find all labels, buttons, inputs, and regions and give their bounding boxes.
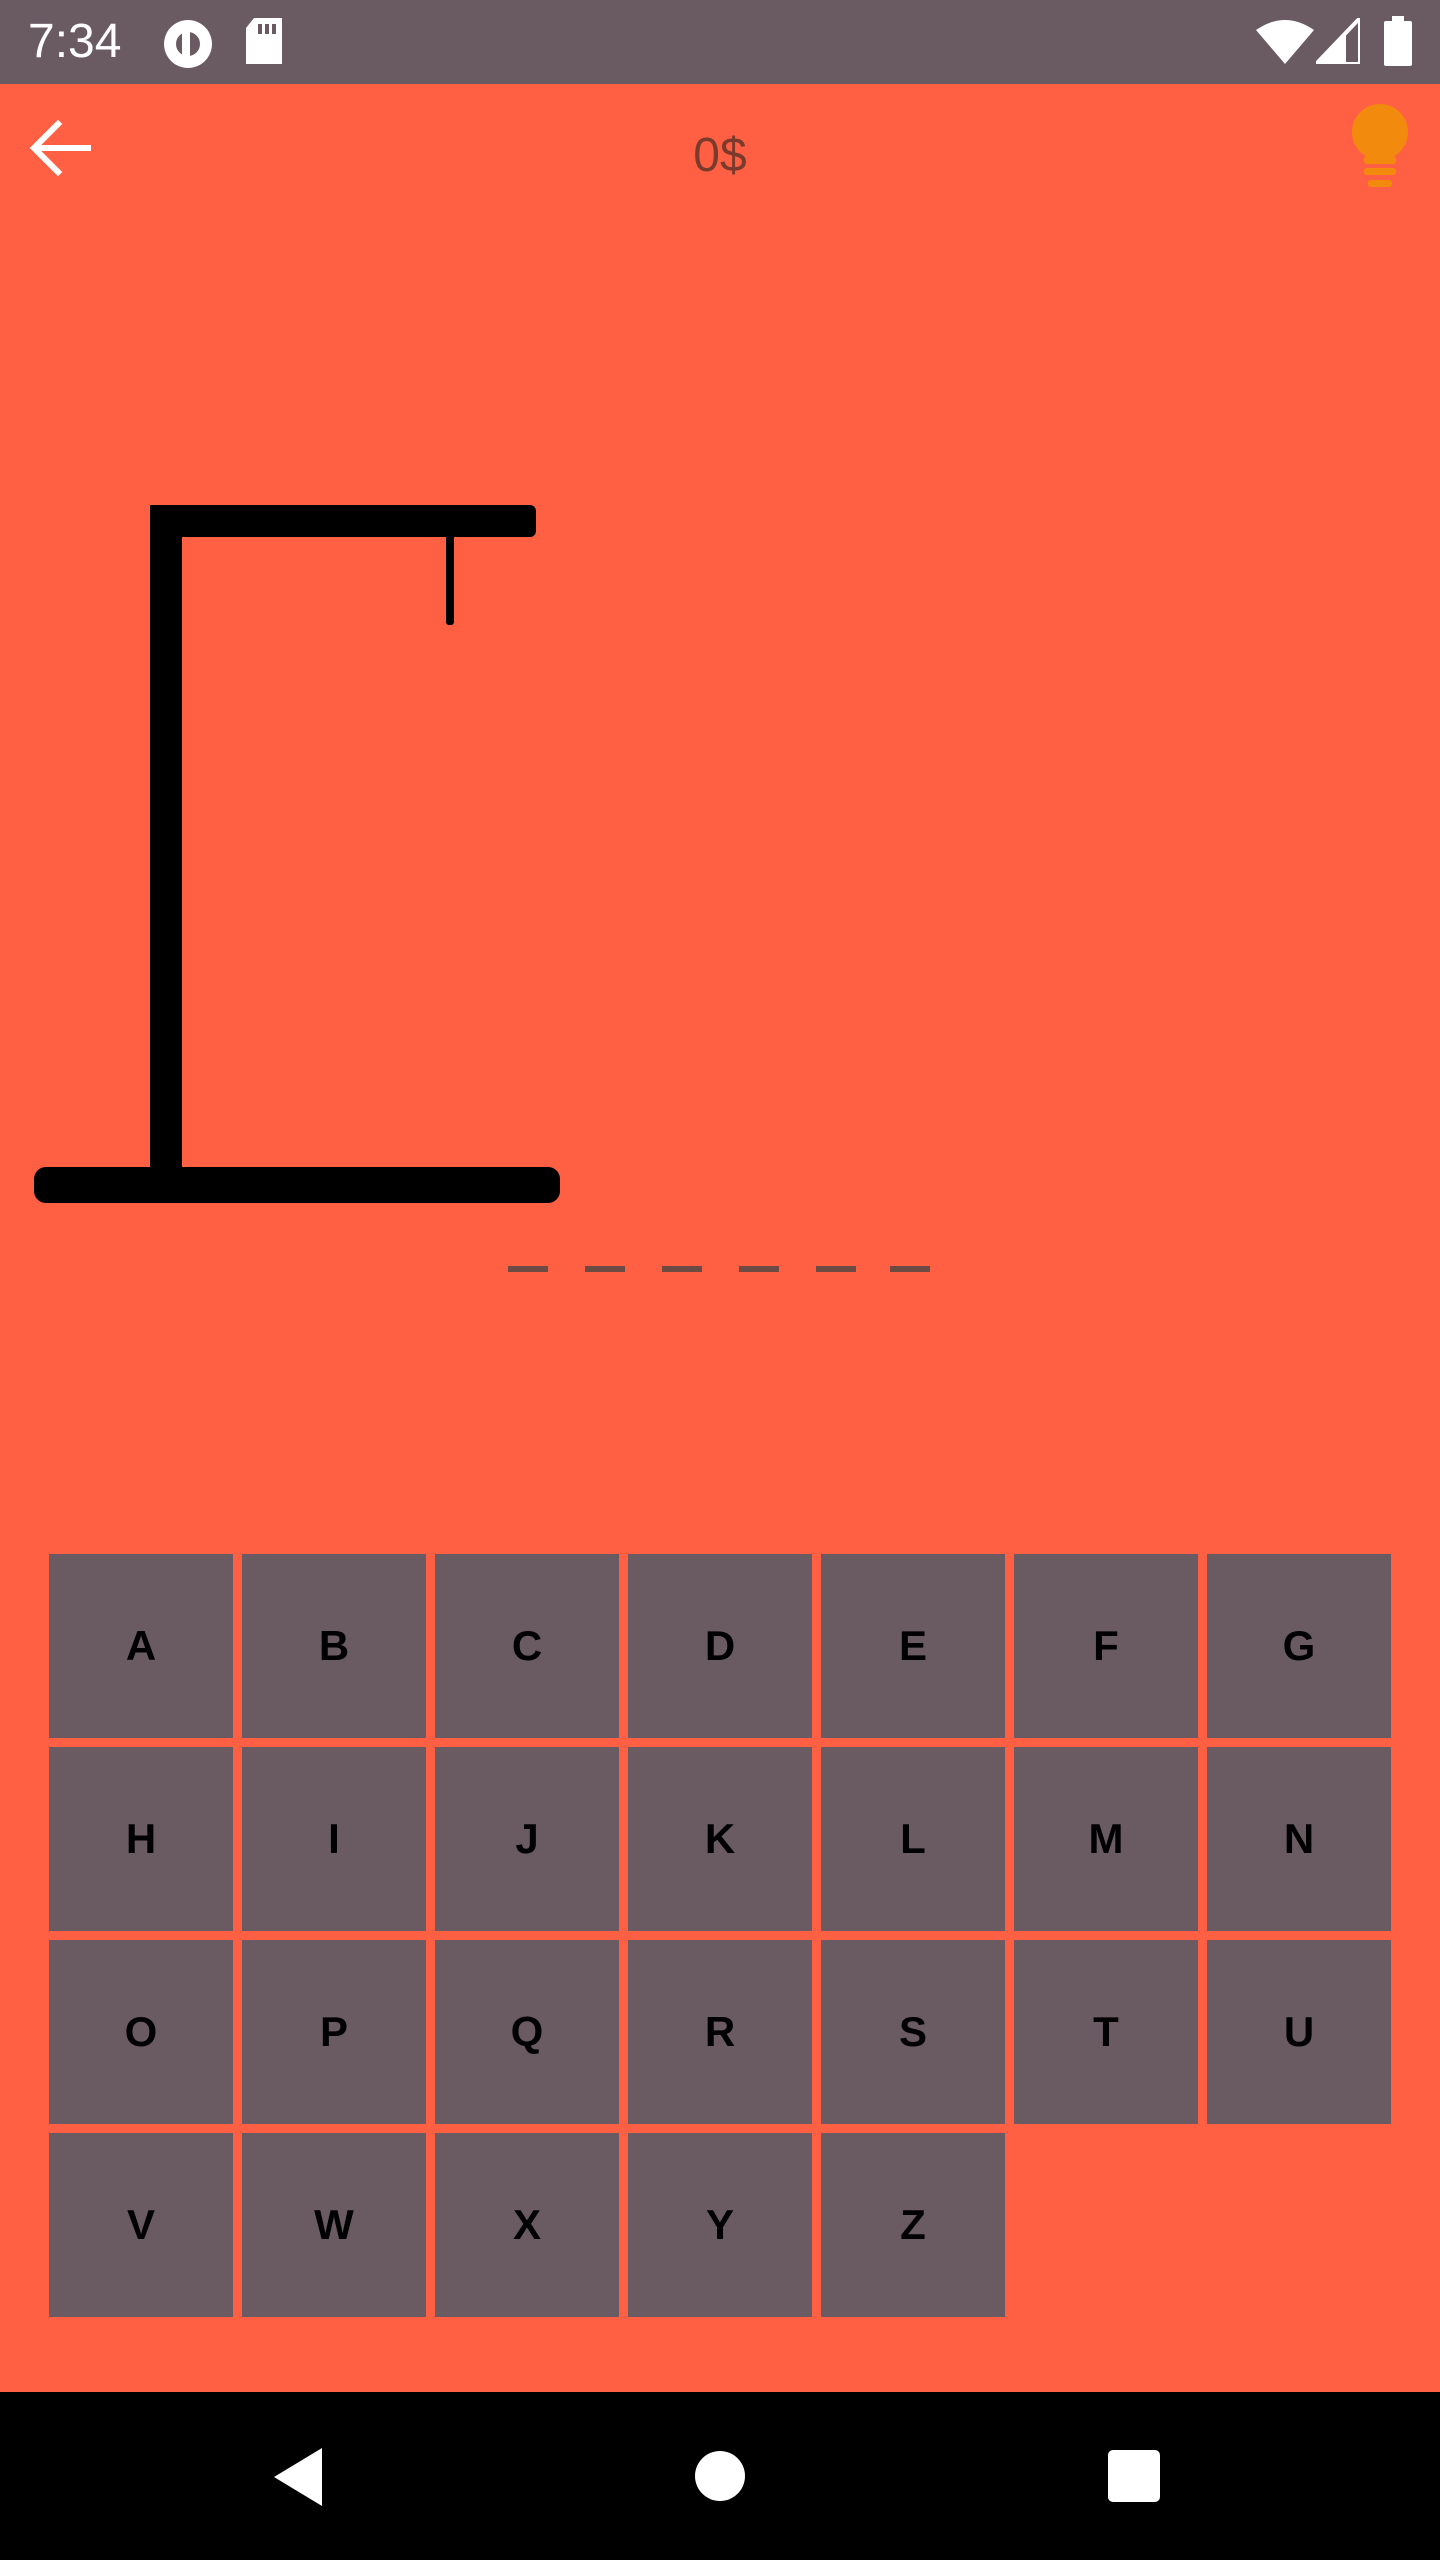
key-p[interactable]: P bbox=[242, 1940, 426, 2124]
letter-slot bbox=[662, 1266, 702, 1272]
letter-slot bbox=[816, 1266, 856, 1272]
home-circle-icon bbox=[695, 2451, 745, 2501]
key-t[interactable]: T bbox=[1014, 1940, 1198, 2124]
status-time: 7:34 bbox=[28, 15, 122, 68]
key-b[interactable]: B bbox=[242, 1554, 426, 1738]
key-y[interactable]: Y bbox=[628, 2133, 812, 2317]
back-triangle-icon bbox=[274, 2448, 322, 2506]
key-u[interactable]: U bbox=[1207, 1940, 1391, 2124]
letter-slot bbox=[508, 1266, 548, 1272]
key-e[interactable]: E bbox=[821, 1554, 1005, 1738]
key-l[interactable]: L bbox=[821, 1747, 1005, 1931]
arrow-left-icon bbox=[29, 119, 91, 177]
lightbulb-icon bbox=[1352, 104, 1408, 187]
key-r[interactable]: R bbox=[628, 1940, 812, 2124]
key-c[interactable]: C bbox=[435, 1554, 619, 1738]
key-g[interactable]: G bbox=[1207, 1554, 1391, 1738]
nav-home-button[interactable] bbox=[694, 2450, 746, 2507]
word-slots bbox=[508, 1266, 948, 1274]
wifi-icon bbox=[1256, 20, 1314, 69]
key-a[interactable]: A bbox=[49, 1554, 233, 1738]
gallows-drawing bbox=[34, 505, 560, 1203]
key-h[interactable]: H bbox=[49, 1747, 233, 1931]
recents-square-icon bbox=[1108, 2450, 1160, 2502]
nav-recents-button[interactable] bbox=[1108, 2450, 1160, 2507]
nav-back-button[interactable] bbox=[270, 2446, 326, 2513]
key-i[interactable]: I bbox=[242, 1747, 426, 1931]
hint-button[interactable] bbox=[1340, 100, 1420, 200]
key-f[interactable]: F bbox=[1014, 1554, 1198, 1738]
key-w[interactable]: W bbox=[242, 2133, 426, 2317]
sd-card-icon bbox=[244, 18, 284, 71]
key-q[interactable]: Q bbox=[435, 1940, 619, 2124]
key-v[interactable]: V bbox=[49, 2133, 233, 2317]
letter-slot bbox=[890, 1266, 930, 1272]
status-bar: 7:34 bbox=[0, 0, 1440, 84]
key-z[interactable]: Z bbox=[821, 2133, 1005, 2317]
key-x[interactable]: X bbox=[435, 2133, 619, 2317]
back-button[interactable] bbox=[22, 108, 102, 188]
key-j[interactable]: J bbox=[435, 1747, 619, 1931]
letter-slot bbox=[739, 1266, 779, 1272]
key-o[interactable]: O bbox=[49, 1940, 233, 2124]
key-d[interactable]: D bbox=[628, 1554, 812, 1738]
navigation-bar bbox=[0, 2392, 1440, 2560]
battery-icon bbox=[1384, 16, 1412, 71]
balance-label: 0$ bbox=[693, 129, 747, 182]
pocket-casts-icon bbox=[162, 18, 214, 75]
key-k[interactable]: K bbox=[628, 1747, 812, 1931]
letter-slot bbox=[585, 1266, 625, 1272]
key-m[interactable]: M bbox=[1014, 1747, 1198, 1931]
key-s[interactable]: S bbox=[821, 1940, 1005, 2124]
cell-signal-icon bbox=[1311, 13, 1362, 69]
key-n[interactable]: N bbox=[1207, 1747, 1391, 1931]
